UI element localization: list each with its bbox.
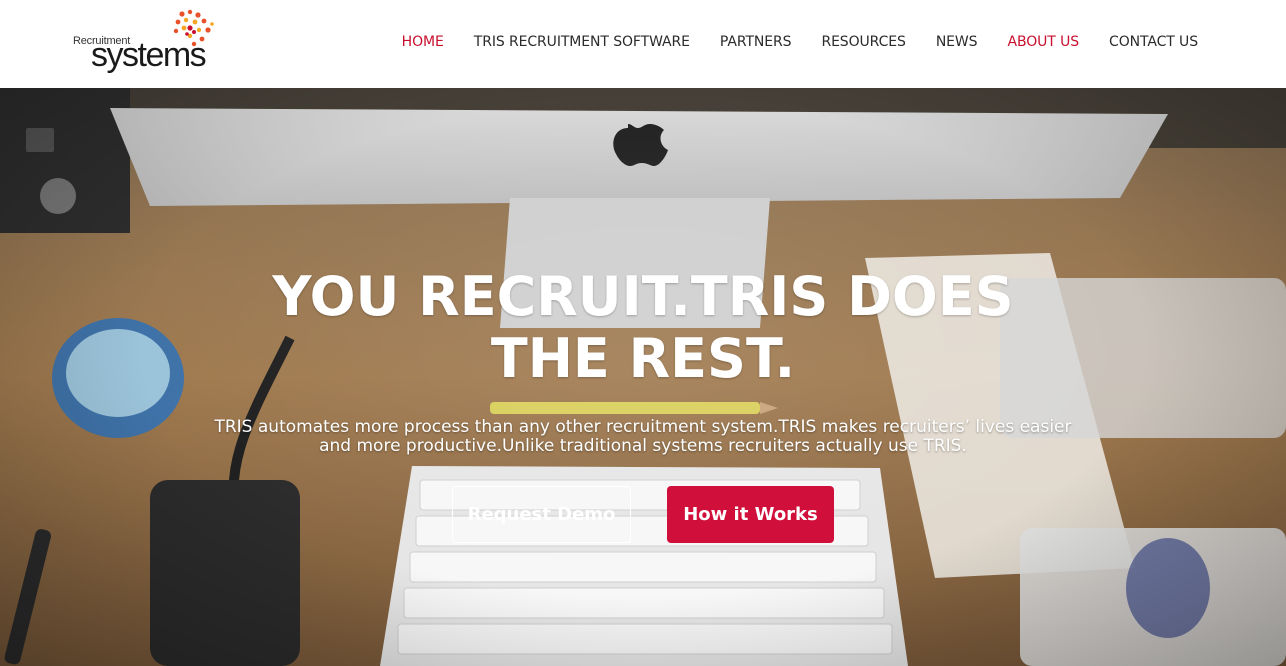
how-it-works-button[interactable]: How it Works bbox=[667, 486, 834, 543]
nav-item-contact-us[interactable]: CONTACT US bbox=[1109, 34, 1198, 50]
hero-section: YOU RECRUIT.TRIS DOES THE REST. TRIS aut… bbox=[0, 88, 1286, 666]
nav-item-home[interactable]: HOME bbox=[402, 34, 444, 50]
request-demo-button[interactable]: Request Demo bbox=[452, 486, 631, 543]
nav-item-news[interactable]: NEWS bbox=[936, 34, 978, 50]
nav-item-about-us[interactable]: ABOUT US bbox=[1007, 34, 1079, 50]
site-header: Recruitment systems HOME TRIS RECRUITMEN… bbox=[0, 0, 1286, 88]
main-nav: HOME TRIS RECRUITMENT SOFTWARE PARTNERS … bbox=[372, 34, 1198, 50]
logo[interactable]: Recruitment systems bbox=[72, 8, 222, 80]
nav-item-tris-recruitment-software[interactable]: TRIS RECRUITMENT SOFTWARE bbox=[474, 34, 690, 50]
hero-content: YOU RECRUIT.TRIS DOES THE REST. TRIS aut… bbox=[0, 266, 1286, 456]
nav-item-partners[interactable]: PARTNERS bbox=[720, 34, 792, 50]
nav-item-resources[interactable]: RESOURCES bbox=[821, 34, 905, 50]
hero-subtitle: TRIS automates more process than any oth… bbox=[214, 417, 1072, 456]
logo-big-text: systems bbox=[91, 36, 207, 74]
hero-buttons: Request Demo How it Works bbox=[452, 486, 842, 544]
hero-title: YOU RECRUIT.TRIS DOES THE REST. bbox=[272, 265, 1014, 390]
